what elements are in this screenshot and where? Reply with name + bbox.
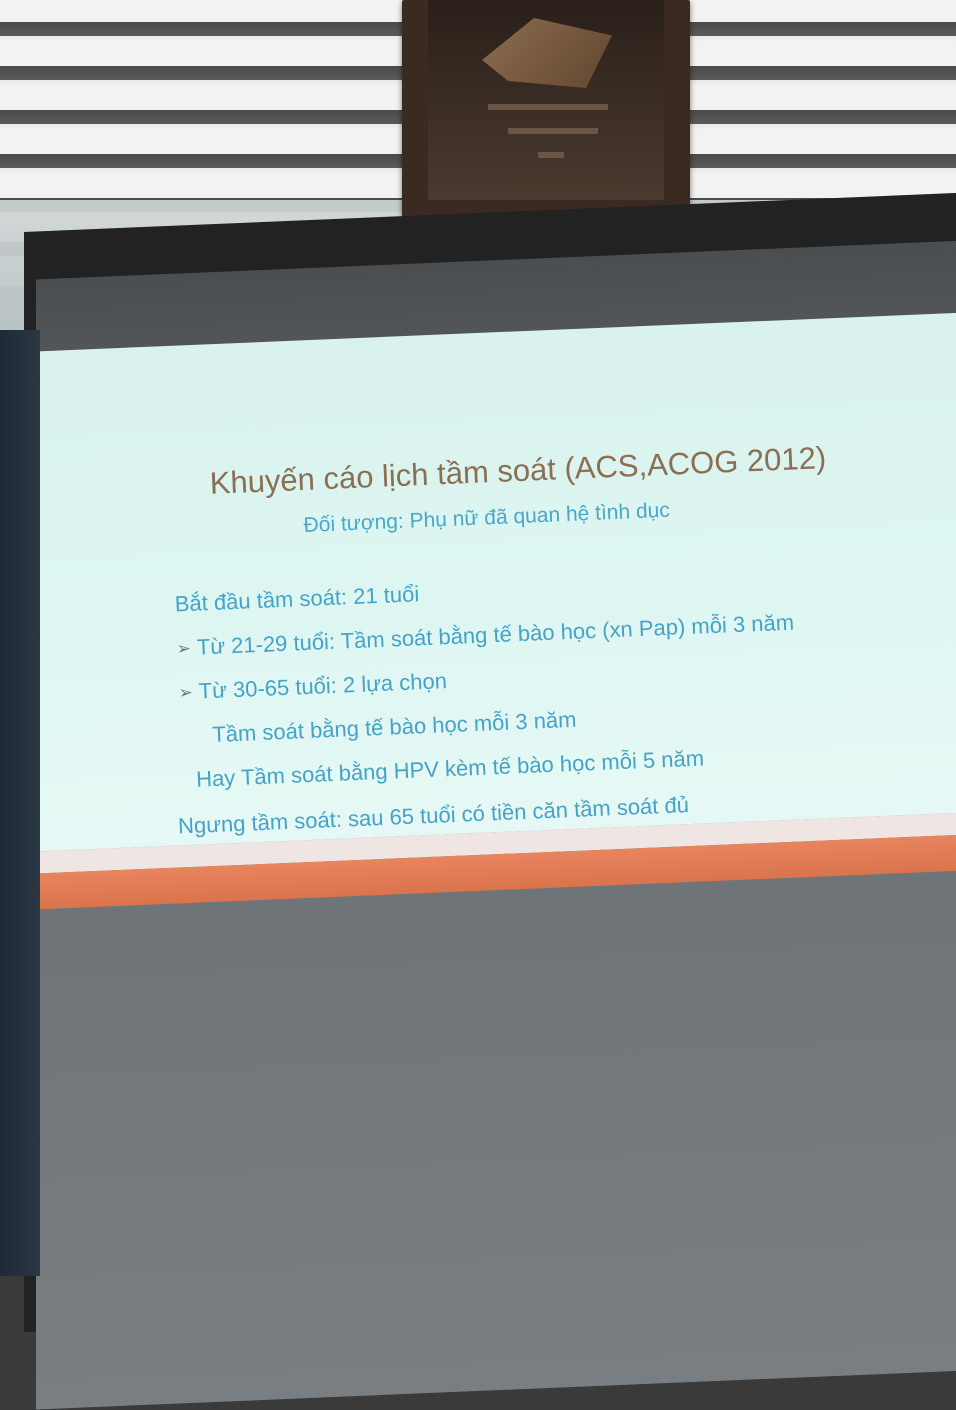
slide-line-4: Tầm soát bằng tế bào học mỗi 3 năm (212, 707, 577, 748)
line-text: Tầm soát bằng tế bào học mỗi 3 năm (211, 706, 577, 748)
line-text: Bắt đầu tầm soát: 21 tuổi (174, 581, 420, 617)
slide-line-5: Hay Tầm soát bằng HPV kèm tế bào học mỗi… (196, 745, 705, 792)
arrow-bullet-icon: ➢ (176, 638, 192, 659)
slide-text-layer: Khuyến cáo lịch tầm soát (ACS,ACOG 2012)… (0, 0, 956, 1282)
slide-subtitle: Đối tượng: Phụ nữ đã quan hệ tình dục (303, 498, 671, 538)
slide-line-2: ➢ Từ 21-29 tuổi: Tầm soát bằng tế bào học… (176, 610, 794, 662)
slide-line-3: ➢ Từ 30-65 tuổi: 2 lựa chọn (178, 668, 447, 705)
slide-title: Khuyến cáo lịch tầm soát (ACS,ACOG 2012) (209, 440, 827, 501)
arrow-bullet-icon: ➢ (178, 682, 194, 703)
slide-line-1: Bắt đầu tầm soát: 21 tuổi (174, 581, 419, 617)
slide-line-6: Ngưng tầm soát: sau 65 tuổi có tiền căn … (178, 792, 690, 839)
line-text: Từ 21-29 tuổi: Tầm soát bằng tế bào học … (196, 609, 795, 660)
line-text: Từ 30-65 tuổi: 2 lựa chọn (198, 668, 448, 704)
line-text: Ngưng tầm soát: sau 65 tuổi có tiền căn … (177, 792, 690, 839)
line-text: Hay Tầm soát bằng HPV kèm tế bào học mỗi… (195, 745, 705, 792)
